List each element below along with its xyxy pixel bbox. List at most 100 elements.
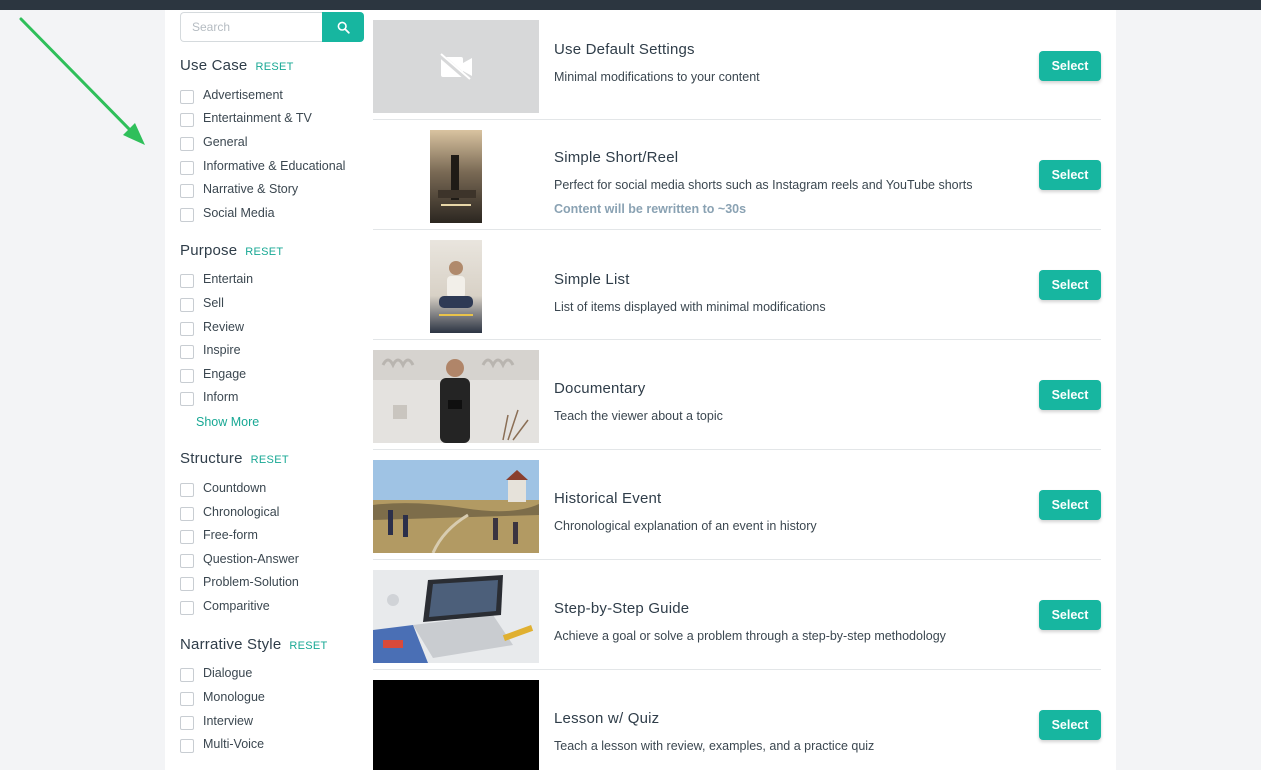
filter-group-use-case: Use Case RESET Advertisement Entertainme… (180, 57, 364, 225)
template-row: Lesson w/ Quiz Teach a lesson with revie… (373, 670, 1101, 770)
filter-option[interactable]: Sell (180, 291, 364, 315)
search-button[interactable] (322, 12, 364, 42)
checkbox[interactable] (180, 345, 194, 360)
show-more-link[interactable]: Show More (196, 415, 364, 429)
select-button[interactable]: Select (1039, 600, 1101, 630)
template-description: Achieve a goal or solve a problem throug… (554, 629, 946, 643)
annotation-arrow-icon (19, 17, 145, 145)
filter-option[interactable]: Inform (180, 386, 364, 410)
filter-option[interactable]: Monologue (180, 685, 364, 709)
checkbox[interactable] (180, 392, 194, 407)
checkbox[interactable] (180, 506, 194, 521)
search-icon (337, 21, 350, 34)
filter-option[interactable]: Free-form (180, 523, 364, 547)
checkbox[interactable] (180, 321, 194, 336)
template-title: Documentary (554, 380, 646, 397)
filter-sidebar: Use Case RESET Advertisement Entertainme… (180, 12, 364, 756)
template-row: Step-by-Step Guide Achieve a goal or sol… (373, 560, 1101, 670)
template-title: Historical Event (554, 490, 662, 507)
filter-option[interactable]: Narrative & Story (180, 177, 364, 201)
checkbox[interactable] (180, 482, 194, 497)
filter-title: Narrative Style (180, 635, 282, 653)
filter-option[interactable]: Advertisement (180, 83, 364, 107)
checkbox[interactable] (180, 184, 194, 199)
checkbox[interactable] (180, 160, 194, 175)
checkbox[interactable] (180, 553, 194, 568)
template-title: Use Default Settings (554, 41, 695, 58)
template-title: Simple List (554, 271, 630, 288)
filter-option[interactable]: Engage (180, 362, 364, 386)
filter-option[interactable]: Chronological (180, 500, 364, 524)
select-button[interactable]: Select (1039, 270, 1101, 300)
filter-option[interactable]: Multi-Voice (180, 732, 364, 756)
template-description: Teach the viewer about a topic (554, 409, 723, 423)
reset-link[interactable]: RESET (251, 454, 289, 466)
template-row: Documentary Teach the viewer about a top… (373, 340, 1101, 450)
checkbox[interactable] (180, 692, 194, 707)
checkbox[interactable] (180, 89, 194, 104)
select-button[interactable]: Select (1039, 380, 1101, 410)
select-button[interactable]: Select (1039, 160, 1101, 190)
template-title: Step-by-Step Guide (554, 600, 690, 617)
filter-option[interactable]: Countdown (180, 476, 364, 500)
template-description: Chronological explanation of an event in… (554, 519, 817, 533)
filter-option[interactable]: Interview (180, 709, 364, 733)
template-title: Simple Short/Reel (554, 149, 679, 166)
filter-title: Use Case (180, 57, 248, 74)
template-note: Content will be rewritten to ~30s (554, 202, 747, 216)
reset-link[interactable]: RESET (245, 246, 283, 258)
search-box (180, 12, 364, 42)
select-button[interactable]: Select (1039, 490, 1101, 520)
filter-option[interactable]: Question-Answer (180, 547, 364, 571)
select-button[interactable]: Select (1039, 710, 1101, 740)
filter-group-purpose: Purpose RESET Entertain Sell Review Insp… (180, 241, 364, 429)
select-button[interactable]: Select (1039, 51, 1101, 81)
filter-option[interactable]: Entertainment & TV (180, 107, 364, 131)
filter-group-narrative-style: Narrative Style RESET Dialogue Monologue… (180, 636, 364, 756)
template-thumbnail (373, 680, 539, 770)
template-thumbnail (430, 240, 482, 333)
checkbox[interactable] (180, 274, 194, 289)
filter-option[interactable]: Dialogue (180, 662, 364, 686)
template-row: Historical Event Chronological explanati… (373, 450, 1101, 560)
filter-option[interactable]: Inspire (180, 338, 364, 362)
top-bar (0, 0, 1261, 10)
filter-option[interactable]: General (180, 130, 364, 154)
checkbox[interactable] (180, 577, 194, 592)
filter-option[interactable]: Social Media (180, 201, 364, 225)
filter-option[interactable]: Informative & Educational (180, 154, 364, 178)
checkbox[interactable] (180, 530, 194, 545)
checkbox[interactable] (180, 739, 194, 754)
template-row: Use Default Settings Minimal modificatio… (373, 10, 1101, 120)
video-off-thumbnail (373, 20, 539, 113)
template-thumbnail (373, 570, 539, 663)
template-thumbnail (373, 350, 539, 443)
template-title: Lesson w/ Quiz (554, 710, 660, 727)
template-thumbnail (373, 460, 539, 553)
template-description: Minimal modifications to your content (554, 70, 760, 84)
template-description: Teach a lesson with review, examples, an… (554, 739, 875, 753)
filter-title: Purpose (180, 241, 238, 259)
checkbox[interactable] (180, 368, 194, 383)
checkbox[interactable] (180, 207, 194, 222)
filter-option[interactable]: Comparitive (180, 594, 364, 618)
reset-link[interactable]: RESET (255, 61, 293, 73)
checkbox[interactable] (180, 113, 194, 128)
template-thumbnail (430, 130, 482, 223)
filter-option[interactable]: Review (180, 315, 364, 339)
filter-option[interactable]: Entertain (180, 268, 364, 292)
filter-option[interactable]: Problem-Solution (180, 571, 364, 595)
checkbox[interactable] (180, 600, 194, 615)
filter-group-structure: Structure RESET Countdown Chronological … (180, 450, 364, 618)
template-description: Perfect for social media shorts such as … (554, 178, 973, 192)
reset-link[interactable]: RESET (289, 640, 327, 652)
filter-title: Structure (180, 450, 243, 468)
checkbox[interactable] (180, 297, 194, 312)
template-description: List of items displayed with minimal mod… (554, 300, 826, 314)
search-input[interactable] (180, 12, 322, 42)
checkbox[interactable] (180, 668, 194, 683)
checkbox[interactable] (180, 715, 194, 730)
checkbox[interactable] (180, 136, 194, 151)
template-row: Simple Short/Reel Perfect for social med… (373, 120, 1101, 230)
template-row: Simple List List of items displayed with… (373, 230, 1101, 340)
